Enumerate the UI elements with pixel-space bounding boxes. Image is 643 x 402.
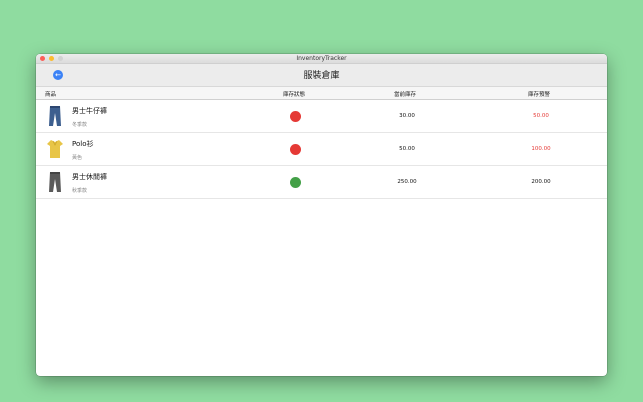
column-header-product[interactable]: 商品 xyxy=(45,90,56,98)
column-header-warning[interactable]: 庫存預警 xyxy=(528,90,550,98)
stock-warning-level: 50.00 xyxy=(533,113,549,119)
product-subtitle: 秋季款 xyxy=(72,188,88,194)
stock-status-indicator xyxy=(290,111,301,122)
window-title: InventoryTracker xyxy=(296,55,347,62)
product-name: 男士休閒褲 xyxy=(72,173,107,181)
current-stock: 30.00 xyxy=(399,113,415,119)
table-row[interactable]: 男士牛仔褲 冬季款 30.00 50.00 xyxy=(36,100,607,133)
stock-status-indicator xyxy=(290,144,301,155)
product-subtitle: 冬季款 xyxy=(72,122,88,128)
stock-warning-level: 100.00 xyxy=(531,146,551,152)
product-name: 男士牛仔褲 xyxy=(72,107,107,115)
product-name: Polo衫 xyxy=(72,140,94,148)
table-row[interactable]: Polo衫 黃色 50.00 100.00 xyxy=(36,133,607,166)
polo-shirt-icon xyxy=(44,137,66,161)
column-header-status[interactable]: 庫存狀態 xyxy=(283,90,305,98)
stock-warning-level: 200.00 xyxy=(531,179,551,185)
page-title: 服裝倉庫 xyxy=(303,71,340,81)
jeans-icon xyxy=(44,104,66,128)
column-header-current[interactable]: 當前庫存 xyxy=(394,90,416,98)
current-stock: 50.00 xyxy=(399,146,415,152)
stock-status-indicator xyxy=(290,177,301,188)
app-window: InventoryTracker ← 服裝倉庫 商品 庫存狀態 當前庫存 庫存預… xyxy=(36,54,607,376)
title-bar: InventoryTracker xyxy=(36,54,607,64)
table-header: 商品 庫存狀態 當前庫存 庫存預警 xyxy=(36,87,607,100)
casual-pants-icon xyxy=(44,170,66,194)
navigation-bar: ← 服裝倉庫 xyxy=(36,64,607,87)
table-row[interactable]: 男士休閒褲 秋季款 250.00 200.00 xyxy=(36,166,607,199)
current-stock: 250.00 xyxy=(397,179,417,185)
product-subtitle: 黃色 xyxy=(72,155,83,161)
